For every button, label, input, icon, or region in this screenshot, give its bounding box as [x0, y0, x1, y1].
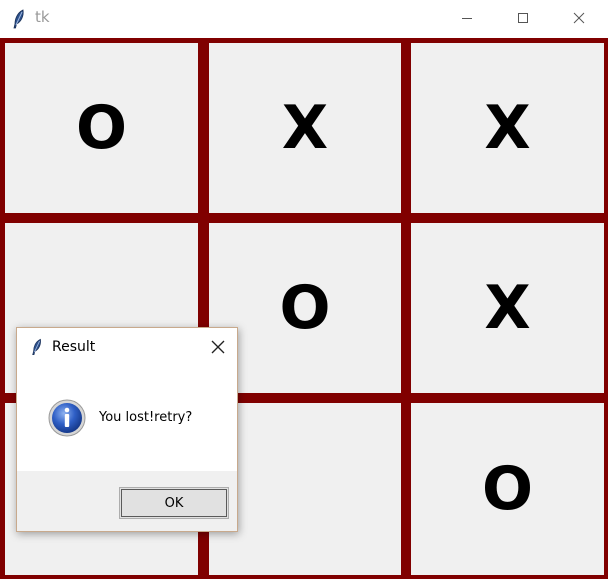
dialog-close-button[interactable] [205, 334, 231, 360]
feather-icon [12, 9, 26, 29]
board-cell-0-1[interactable]: X [209, 43, 401, 213]
result-dialog: Result You lost!retry? OK [16, 327, 238, 532]
window-titlebar[interactable]: tk [0, 0, 608, 37]
dialog-message: You lost!retry? [99, 410, 193, 425]
board-cell-2-2[interactable]: O [411, 403, 604, 575]
maximize-icon [518, 13, 528, 23]
window-title: tk [35, 8, 50, 26]
app-window: tk O X X O X O Result You lost!retry? OK [0, 0, 608, 579]
board-cell-0-2[interactable]: X [411, 43, 604, 213]
board-cell-0-0[interactable]: O [5, 43, 198, 213]
close-icon [573, 12, 585, 24]
ok-button[interactable]: OK [119, 487, 229, 519]
minimize-button[interactable] [444, 0, 490, 36]
board-cell-1-2[interactable]: X [411, 223, 604, 393]
info-icon [48, 399, 86, 437]
maximize-button[interactable] [500, 0, 546, 36]
minimize-icon [462, 18, 472, 19]
close-button[interactable] [556, 0, 602, 36]
feather-icon [31, 338, 43, 356]
close-icon [211, 340, 225, 354]
dialog-title: Result [52, 339, 96, 355]
